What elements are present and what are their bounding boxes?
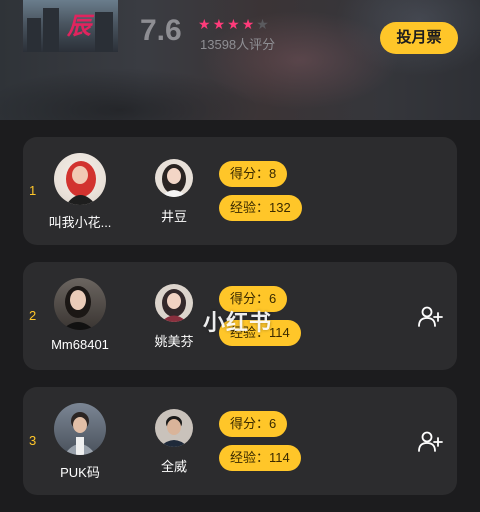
vote-monthly-ticket-button[interactable]: 投月票 (380, 22, 458, 54)
exp-badge: 经验：132 (219, 195, 302, 221)
watermark-text: 小红书 (203, 310, 273, 335)
star-icon: ★ (241, 16, 255, 32)
exp-badge: 经验：114 (219, 445, 301, 471)
ranking-card: 3 PUK码 全威 得分：6 经验：114 (23, 387, 457, 495)
poster-building (95, 12, 113, 52)
avatar-figure (66, 161, 96, 205)
avatar-figure (161, 289, 187, 322)
user-name: PUK码 (60, 465, 100, 480)
add-friend-icon[interactable] (417, 304, 443, 330)
rating-count: 13598人评分 (200, 37, 276, 52)
avatar-figure (160, 416, 188, 447)
avatar-figure (62, 286, 94, 330)
user-name: Mm68401 (51, 337, 109, 352)
partner-name: 全威 (160, 459, 187, 474)
rank-number: 1 (29, 183, 37, 198)
poster-title: 辰 (67, 11, 91, 40)
avatar-figure (64, 412, 96, 455)
user-name: 叫我小花... (48, 215, 112, 230)
add-friend-icon[interactable] (417, 429, 443, 455)
drama-poster[interactable]: 辰 (23, 0, 118, 52)
star-icon: ★ (198, 16, 211, 32)
score-badge: 得分：6 (219, 411, 288, 437)
user-avatar[interactable] (54, 278, 106, 330)
avatar-figure (161, 164, 187, 197)
rank-number: 3 (29, 433, 37, 448)
poster-building (27, 18, 41, 52)
partner-name: 姚美芬 (154, 334, 194, 349)
star-icon: ★ (212, 16, 226, 32)
user-avatar[interactable] (54, 403, 106, 455)
ranking-card: 1 叫我小花... 井豆 得分：8 经验：132 (23, 137, 457, 245)
user-avatar[interactable] (54, 153, 106, 205)
rank-number: 2 (29, 308, 37, 323)
rating-stars: ★ ★ ★ ★ ★ (198, 16, 269, 32)
poster-building (43, 8, 59, 52)
score-badge: 得分：8 (219, 161, 288, 187)
partner-avatar[interactable] (155, 159, 193, 197)
partner-avatar[interactable] (155, 284, 193, 322)
rating-score: 7.6 (140, 14, 182, 47)
partner-avatar[interactable] (155, 409, 193, 447)
star-icon: ★ (256, 16, 269, 32)
star-icon: ★ (227, 16, 240, 32)
partner-name: 井豆 (160, 209, 187, 224)
drama-header: 辰 7.6 ★ ★ ★ ★ ★ 13598人评分 投月票 (0, 0, 480, 120)
